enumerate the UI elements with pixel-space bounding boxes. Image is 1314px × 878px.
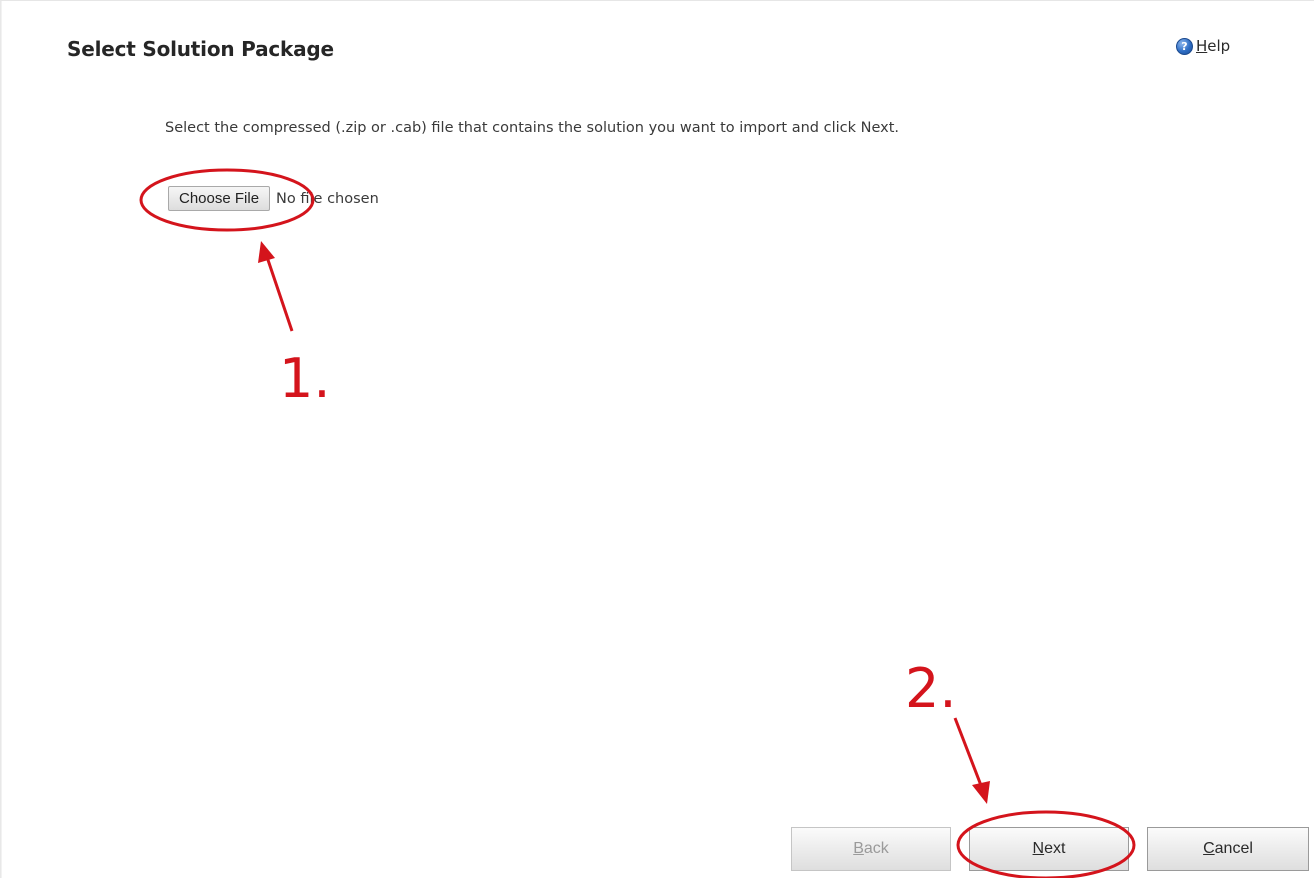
cancel-button-label: Cancel (1203, 840, 1253, 857)
step2-arrow-head-icon (972, 781, 990, 804)
step1-label: 1. (279, 347, 331, 410)
instructions-text: Select the compressed (.zip or .cab) fil… (165, 120, 900, 136)
import-solution-dialog: Select Solution Package ? Help Select th… (0, 0, 1314, 878)
back-button-label: Back (853, 840, 889, 857)
step1-arrow-head-icon (258, 241, 275, 263)
next-button-label: Next (1032, 840, 1066, 857)
cancel-button[interactable]: Cancel (1147, 827, 1309, 871)
help-label: Help (1196, 37, 1231, 55)
step2-label: 2. (905, 657, 957, 720)
file-status-text: No file chosen (276, 190, 379, 207)
help-icon: ? (1176, 37, 1193, 55)
help-link[interactable]: ? Help (1176, 37, 1230, 55)
step2-arrow-shaft (953, 717, 984, 789)
next-button[interactable]: Next (969, 827, 1129, 871)
step1-arrow-shaft (265, 256, 294, 332)
back-button[interactable]: Back (791, 827, 951, 871)
page-title: Select Solution Package (67, 37, 334, 61)
choose-file-button[interactable]: Choose File (168, 186, 271, 211)
file-input: Choose File No file chosen (168, 186, 379, 211)
